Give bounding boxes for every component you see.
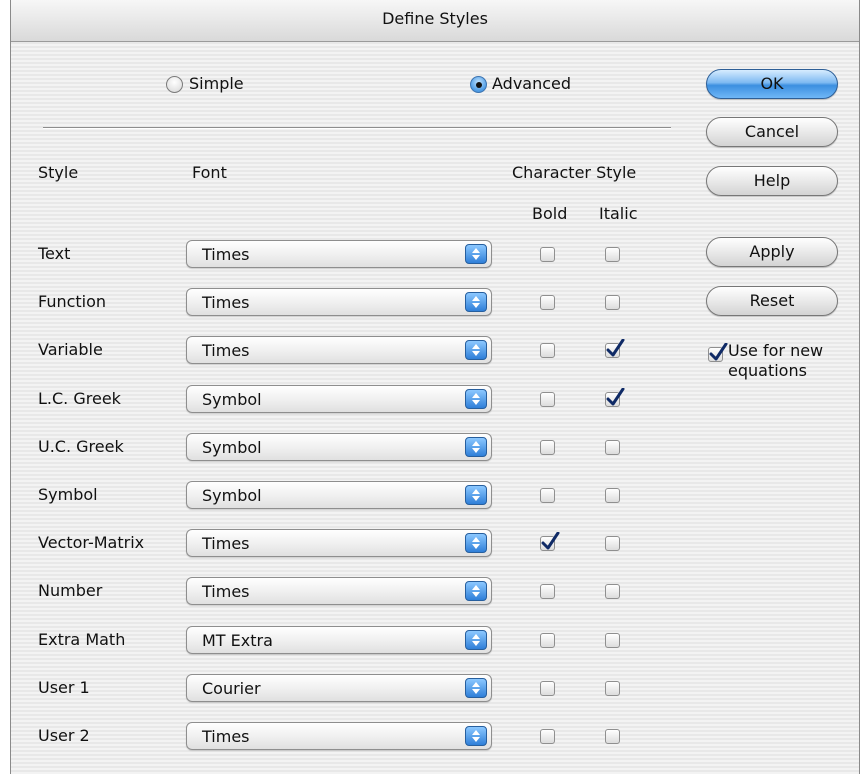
italic-checkbox[interactable] [605, 633, 620, 648]
font-select-value: Times [202, 245, 250, 264]
style-row-label: Vector-Matrix [38, 533, 145, 552]
font-select-value: Symbol [202, 438, 262, 457]
italic-column-header: Italic [599, 204, 638, 223]
font-select-value: Times [202, 341, 250, 360]
italic-checkbox[interactable] [605, 339, 625, 358]
font-select[interactable]: Symbol [186, 481, 492, 509]
italic-checkbox[interactable] [605, 440, 620, 455]
style-row-label: Text [38, 244, 71, 263]
up-down-arrows-icon [465, 678, 487, 698]
style-row-label: Variable [38, 340, 103, 359]
style-row-label: L.C. Greek [38, 389, 121, 408]
bold-checkbox[interactable] [540, 584, 555, 599]
up-down-arrows-icon [465, 244, 487, 264]
title-bar[interactable]: Define Styles [11, 0, 859, 42]
style-row-label: U.C. Greek [38, 437, 124, 456]
separator [43, 127, 671, 129]
checkmark-icon [606, 388, 625, 406]
italic-checkbox[interactable] [605, 388, 625, 407]
bold-checkbox[interactable] [540, 392, 555, 407]
up-down-arrows-icon [465, 581, 487, 601]
italic-checkbox[interactable] [605, 247, 620, 262]
define-styles-dialog: Define Styles Simple Advanced OK Cancel … [10, 0, 860, 774]
italic-checkbox[interactable] [605, 584, 620, 599]
font-select-value: Times [202, 727, 250, 746]
bold-checkbox[interactable] [540, 729, 555, 744]
apply-button[interactable]: Apply [706, 237, 838, 267]
use-for-new-label-line1[interactable]: Use for new [728, 341, 823, 360]
use-for-new-label-line2[interactable]: equations [728, 361, 807, 380]
character-style-header: Character Style [512, 163, 637, 182]
font-select-value: Symbol [202, 486, 262, 505]
italic-checkbox[interactable] [605, 488, 620, 503]
up-down-arrows-icon [465, 726, 487, 746]
font-select-value: Courier [202, 679, 261, 698]
italic-checkbox[interactable] [605, 295, 620, 310]
font-select[interactable]: Symbol [186, 385, 492, 413]
reset-button[interactable]: Reset [706, 286, 838, 316]
dialog-title: Define Styles [382, 9, 488, 28]
bold-column-header: Bold [532, 204, 568, 223]
font-select-value: Times [202, 534, 250, 553]
up-down-arrows-icon [465, 389, 487, 409]
up-down-arrows-icon [465, 630, 487, 650]
font-select[interactable]: Times [186, 288, 492, 316]
use-for-new-checkbox[interactable] [708, 343, 728, 362]
font-select[interactable]: Times [186, 529, 492, 557]
up-down-arrows-icon [465, 533, 487, 553]
style-row-label: Function [38, 292, 107, 311]
simple-radio-label[interactable]: Simple [189, 74, 244, 93]
checkmark-icon [709, 343, 728, 361]
font-column-header: Font [192, 163, 227, 182]
italic-checkbox[interactable] [605, 729, 620, 744]
italic-checkbox[interactable] [605, 536, 620, 551]
checkmark-icon [541, 532, 560, 550]
font-select-value: Times [202, 582, 250, 601]
up-down-arrows-icon [465, 292, 487, 312]
style-row-label: User 1 [38, 678, 90, 697]
font-select[interactable]: Times [186, 336, 492, 364]
font-select[interactable]: Times [186, 722, 492, 750]
ok-button[interactable]: OK [706, 69, 838, 99]
cancel-button[interactable]: Cancel [706, 117, 838, 147]
bold-checkbox[interactable] [540, 247, 555, 262]
help-button[interactable]: Help [706, 166, 838, 196]
simple-radio[interactable] [166, 76, 183, 93]
bold-checkbox[interactable] [540, 440, 555, 455]
style-row-label: User 2 [38, 726, 90, 745]
advanced-radio-label[interactable]: Advanced [492, 74, 571, 93]
bold-checkbox[interactable] [540, 532, 560, 551]
font-select[interactable]: Times [186, 240, 492, 268]
style-row-label: Symbol [38, 485, 98, 504]
bold-checkbox[interactable] [540, 633, 555, 648]
radio-selected-dot [476, 82, 482, 88]
bold-checkbox[interactable] [540, 681, 555, 696]
font-select[interactable]: MT Extra [186, 626, 492, 654]
style-row-label: Number [38, 581, 103, 600]
up-down-arrows-icon [465, 485, 487, 505]
checkmark-icon [606, 339, 625, 357]
font-select[interactable]: Courier [186, 674, 492, 702]
bold-checkbox[interactable] [540, 343, 555, 358]
bold-checkbox[interactable] [540, 295, 555, 310]
font-select[interactable]: Symbol [186, 433, 492, 461]
style-row-label: Extra Math [38, 630, 126, 649]
style-column-header: Style [38, 163, 79, 182]
font-select-value: Times [202, 293, 250, 312]
font-select-value: MT Extra [202, 631, 273, 650]
font-select-value: Symbol [202, 390, 262, 409]
italic-checkbox[interactable] [605, 681, 620, 696]
advanced-radio[interactable] [470, 76, 487, 93]
up-down-arrows-icon [465, 437, 487, 457]
font-select[interactable]: Times [186, 577, 492, 605]
up-down-arrows-icon [465, 340, 487, 360]
bold-checkbox[interactable] [540, 488, 555, 503]
